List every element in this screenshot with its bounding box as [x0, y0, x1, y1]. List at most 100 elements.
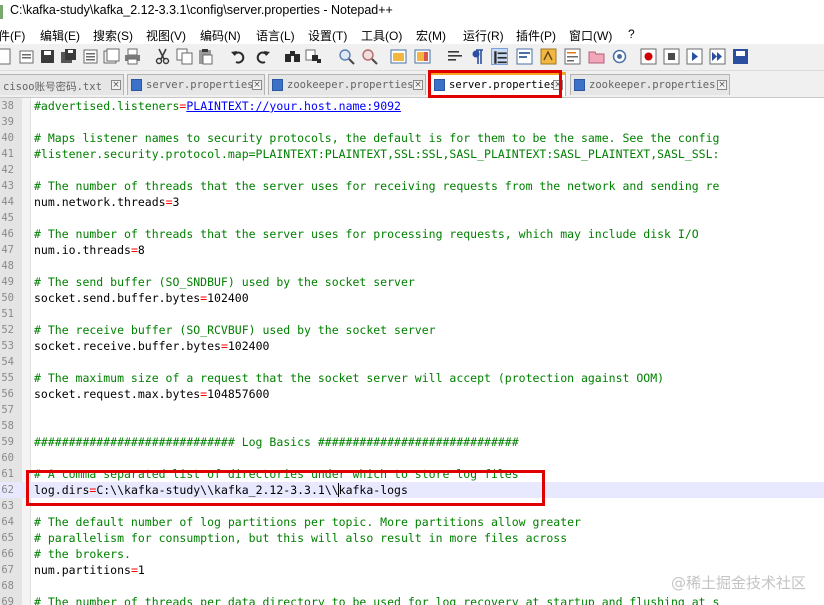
line-text: # Maps listener names to security protoc… — [34, 130, 719, 146]
open-file-icon[interactable] — [18, 48, 35, 65]
stop-record-icon[interactable] — [663, 48, 680, 65]
new-file-icon[interactable] — [0, 48, 13, 65]
line-number: 53 — [1, 340, 14, 352]
comment-text: # The send buffer (SO_SNDBUF) used by th… — [34, 275, 415, 289]
line-number: 63 — [1, 500, 14, 512]
close-all-icon[interactable] — [103, 48, 120, 65]
code-line[interactable]: 39 — [0, 114, 824, 130]
code-line[interactable]: 43 # The number of threads that the serve… — [0, 178, 824, 194]
comment-text: # the brokers. — [34, 547, 131, 561]
menu-search[interactable]: 搜索(S) — [93, 27, 133, 44]
folder-workspace-icon[interactable] — [588, 48, 605, 65]
line-number: 38 — [1, 100, 14, 112]
menu-run[interactable]: 运行(R) — [463, 27, 504, 44]
code-line[interactable]: 42 — [0, 162, 824, 178]
menu-view[interactable]: 视图(V) — [146, 27, 186, 44]
property-value: 3 — [172, 195, 180, 209]
menu-help[interactable]: ? — [628, 27, 635, 41]
code-line[interactable]: 56 socket.request.max.bytes=104857600 — [0, 386, 824, 402]
udl-icon[interactable] — [516, 48, 533, 65]
save-icon[interactable] — [39, 48, 56, 65]
tab-close-icon[interactable]: × — [717, 80, 727, 90]
doc-map-icon[interactable] — [540, 48, 557, 65]
code-line[interactable]: 50 socket.send.buffer.bytes=102400 — [0, 290, 824, 306]
tab-cisoo-txt[interactable]: cisoo账号密码.txt × — [0, 74, 124, 95]
copy-icon[interactable] — [176, 48, 193, 65]
code-line[interactable]: 64 # The default number of log partitions… — [0, 514, 824, 530]
tab-zookeeper-properties-1[interactable]: zookeeper.properties × — [268, 74, 426, 95]
code-line[interactable]: 41 #listener.security.protocol.map=PLAINT… — [0, 146, 824, 162]
tab-close-icon[interactable]: × — [111, 80, 121, 90]
code-line[interactable]: 48 — [0, 258, 824, 274]
line-number: 57 — [1, 404, 14, 416]
equals-operator: = — [165, 195, 173, 209]
code-line[interactable]: 60 — [0, 450, 824, 466]
code-line[interactable]: 47 num.io.threads=8 — [0, 242, 824, 258]
monitor-icon[interactable] — [611, 48, 628, 65]
code-line[interactable]: 53 socket.receive.buffer.bytes=102400 — [0, 338, 824, 354]
editor-pane[interactable]: 38 #advertised.listeners=PLAINTEXT://your… — [0, 98, 824, 605]
menu-window[interactable]: 窗口(W) — [569, 27, 612, 44]
play-macro-icon[interactable] — [686, 48, 703, 65]
line-text: # parallelism for consumption, but this … — [34, 530, 567, 546]
save-macro-icon[interactable] — [732, 48, 749, 65]
code-line[interactable]: 44 num.network.threads=3 — [0, 194, 824, 210]
undo-icon[interactable] — [230, 48, 247, 65]
paste-icon[interactable] — [197, 48, 214, 65]
property-value: 1 — [137, 563, 145, 577]
run-macro-multiple-icon[interactable] — [709, 48, 726, 65]
tab-close-icon[interactable]: × — [252, 80, 262, 90]
code-line[interactable]: 54 — [0, 354, 824, 370]
indent-guide-icon[interactable] — [491, 48, 508, 65]
cut-icon[interactable] — [154, 48, 171, 65]
redo-icon[interactable] — [254, 48, 271, 65]
code-line[interactable]: 51 — [0, 306, 824, 322]
property-value: 102400 — [227, 339, 270, 353]
code-line[interactable]: 45 — [0, 210, 824, 226]
code-line[interactable]: 59 ############################# Log Basi… — [0, 434, 824, 450]
menu-encoding[interactable]: 编码(N) — [200, 27, 241, 44]
code-line[interactable]: 38 #advertised.listeners=PLAINTEXT://your… — [0, 98, 824, 114]
sync-vertical-icon[interactable] — [390, 48, 407, 65]
code-line[interactable]: 69 # The number of threads per data direc… — [0, 594, 824, 605]
property-key: socket.request.max.bytes — [34, 387, 201, 401]
code-line[interactable]: 65 # parallelism for consumption, but thi… — [0, 530, 824, 546]
show-all-chars-icon[interactable] — [469, 48, 486, 65]
line-number: 50 — [1, 292, 14, 304]
comment-text: # The number of threads that the server … — [34, 179, 720, 193]
find-icon[interactable] — [284, 48, 301, 65]
code-line[interactable]: 40 # Maps listener names to security prot… — [0, 130, 824, 146]
code-line[interactable]: 58 — [0, 418, 824, 434]
tab-zookeeper-properties-2[interactable]: zookeeper.properties × — [570, 74, 730, 95]
code-line[interactable]: 46 # The number of threads that the serve… — [0, 226, 824, 242]
menu-edit[interactable]: 编辑(E) — [40, 27, 80, 44]
zoom-out-icon[interactable] — [361, 48, 378, 65]
print-icon[interactable] — [124, 48, 141, 65]
menu-tools[interactable]: 工具(O) — [361, 27, 402, 44]
sync-horizontal-icon[interactable] — [414, 48, 431, 65]
code-line[interactable]: 49 # The send buffer (SO_SNDBUF) used by … — [0, 274, 824, 290]
record-macro-icon[interactable] — [640, 48, 657, 65]
comment-text: # The number of threads that the server … — [34, 227, 699, 241]
code-line[interactable]: 66 # the brokers. — [0, 546, 824, 562]
line-number: 47 — [1, 244, 14, 256]
tab-close-icon[interactable]: × — [413, 80, 423, 90]
menu-file[interactable]: 件(F) — [0, 27, 25, 44]
code-line[interactable]: 57 — [0, 402, 824, 418]
comment-text: # Maps listener names to security protoc… — [34, 131, 720, 145]
code-line[interactable]: 52 # The receive buffer (SO_RCVBUF) used … — [0, 322, 824, 338]
menu-macro[interactable]: 宏(M) — [416, 27, 446, 44]
save-all-icon[interactable] — [60, 48, 77, 65]
menu-language[interactable]: 语言(L) — [256, 27, 295, 44]
menu-settings[interactable]: 设置(T) — [308, 27, 347, 44]
word-wrap-icon[interactable] — [447, 48, 464, 65]
replace-icon[interactable] — [305, 48, 322, 65]
tab-server-properties-1[interactable]: server.properties × — [127, 74, 265, 95]
code-line[interactable]: 55 # The maximum size of a request that t… — [0, 370, 824, 386]
tab-label: zookeeper.properties — [589, 79, 716, 91]
menu-plugins[interactable]: 插件(P) — [516, 27, 556, 44]
close-icon[interactable] — [82, 48, 99, 65]
function-list-icon[interactable] — [564, 48, 581, 65]
line-number: 42 — [1, 164, 14, 176]
zoom-in-icon[interactable] — [338, 48, 355, 65]
